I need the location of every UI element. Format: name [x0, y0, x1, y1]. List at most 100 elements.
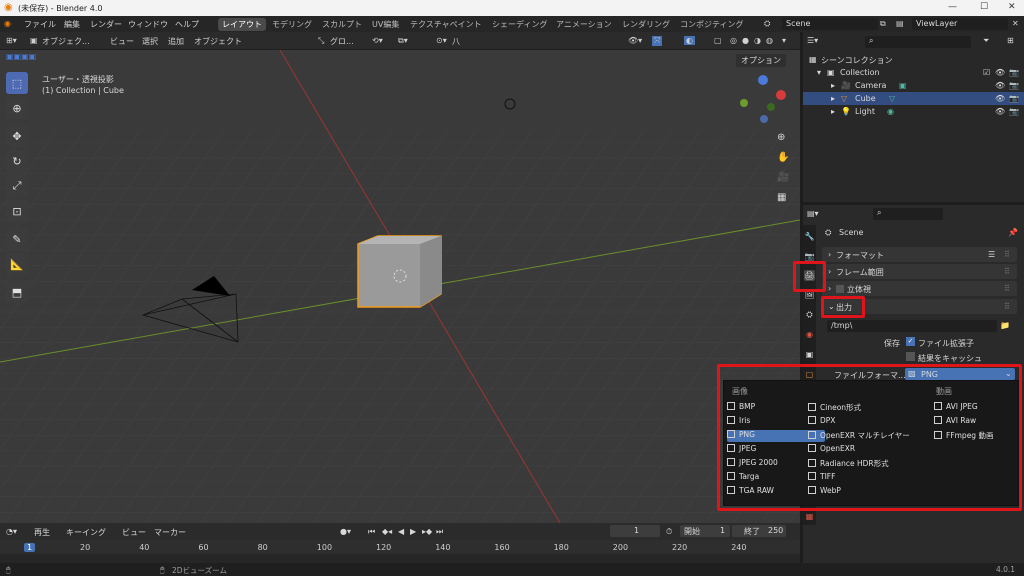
- panel-stereo[interactable]: › 立体視 ⠿: [822, 281, 1017, 296]
- menu-file[interactable]: ファイル: [24, 19, 56, 30]
- new-collection-icon[interactable]: ⊞: [1007, 36, 1014, 45]
- stereo-checkbox[interactable]: [836, 285, 844, 293]
- expand-icon[interactable]: ▸: [831, 107, 835, 116]
- viewport-menu-object[interactable]: オブジェクト: [194, 36, 242, 47]
- outliner-scene-collection[interactable]: ▦ シーンコレクション: [803, 53, 1024, 66]
- falloff-icon[interactable]: 八: [452, 36, 460, 47]
- outliner-search[interactable]: ⌕: [865, 36, 971, 48]
- options-button[interactable]: オプション: [736, 54, 786, 67]
- editor-type-icon[interactable]: ⊞▾: [6, 36, 17, 45]
- close-icon[interactable]: ✕: [1008, 2, 1016, 12]
- viewlayer-icon[interactable]: ▤: [896, 19, 904, 28]
- panel-frame-range[interactable]: › フレーム範囲 ⠿: [822, 264, 1017, 279]
- remove-viewlayer-icon[interactable]: ✕: [1012, 19, 1019, 28]
- texture-tab-icon[interactable]: ▦: [804, 511, 815, 522]
- timeline-menu-marker[interactable]: マーカー: [154, 527, 186, 538]
- tab-sculpt[interactable]: スカルプト: [322, 19, 362, 30]
- timeline-ruler[interactable]: 1 20 40 60 80 100 120 140 160 180 200 220 240: [0, 540, 800, 554]
- overlay-icon[interactable]: ◐: [684, 36, 695, 45]
- start-frame-field[interactable]: 開始 1: [680, 525, 730, 537]
- expand-icon[interactable]: ▾: [817, 68, 821, 77]
- copy-icon[interactable]: ⧉: [880, 19, 886, 29]
- properties-search[interactable]: ⌕: [873, 208, 943, 220]
- tab-compositing[interactable]: コンポジティング: [680, 19, 744, 30]
- pin-icon[interactable]: 📌: [1008, 228, 1018, 237]
- proportional-icon[interactable]: ⊙▾: [436, 36, 447, 45]
- viewport-menu-view[interactable]: ビュー: [110, 36, 134, 47]
- blender-menu-icon[interactable]: ◉: [4, 19, 11, 28]
- outliner-light[interactable]: ▸ 💡 Light ◉ 👁 📷: [803, 105, 1024, 118]
- snap-icon[interactable]: ⧉▾: [398, 36, 408, 46]
- menu-render[interactable]: レンダー: [90, 19, 122, 30]
- annotate-tool-icon[interactable]: ✎: [6, 228, 28, 250]
- camera-view-icon[interactable]: 🎥: [777, 172, 789, 183]
- visibility-icon[interactable]: 👁▾: [628, 36, 642, 45]
- pan-hand-icon[interactable]: ✋: [777, 152, 789, 163]
- timeline-area[interactable]: [0, 554, 800, 563]
- minimize-icon[interactable]: —: [948, 2, 957, 12]
- properties-editor-icon[interactable]: ▤▾: [807, 209, 819, 218]
- file-ext-checkbox[interactable]: ✓: [906, 337, 915, 346]
- scene-selector[interactable]: Scene: [782, 18, 878, 30]
- cursor-tool-icon[interactable]: ⊕: [6, 97, 28, 119]
- solid-shading-icon[interactable]: ●: [742, 36, 749, 45]
- current-frame-field[interactable]: 1: [610, 525, 660, 537]
- viewport-menu-add[interactable]: 追加: [168, 36, 184, 47]
- checkbox-icon[interactable]: ☑: [983, 68, 990, 77]
- viewport-menu-select[interactable]: 選択: [142, 36, 158, 47]
- outliner-cube[interactable]: ▸ ▽ Cube ▽ 👁 📷: [803, 92, 1024, 105]
- drag-handle-icon[interactable]: ⠿: [1004, 302, 1010, 311]
- scene-tab-icon[interactable]: ⛭: [804, 309, 815, 320]
- timeline-menu-playback[interactable]: 再生: [34, 527, 50, 538]
- mode-selector[interactable]: オブジェク...: [42, 36, 90, 47]
- drag-handle-icon[interactable]: ⠿: [1004, 267, 1010, 276]
- select-tool-icon[interactable]: ⬚: [6, 72, 28, 94]
- timeline-editor-icon[interactable]: ◔▾: [6, 527, 17, 536]
- expand-icon[interactable]: ▸: [831, 94, 835, 103]
- tab-texture-paint[interactable]: テクスチャペイント: [410, 19, 482, 30]
- tab-modeling[interactable]: モデリング: [272, 19, 312, 30]
- maximize-icon[interactable]: ☐: [980, 2, 988, 12]
- folder-icon[interactable]: 📁: [1000, 321, 1010, 330]
- jump-start-icon[interactable]: ⏮: [368, 527, 375, 537]
- tool-tab-icon[interactable]: 🔧: [804, 231, 815, 242]
- scale-tool-icon[interactable]: ⤢: [6, 175, 28, 197]
- rotate-tool-icon[interactable]: ↻: [6, 150, 28, 172]
- filter-icon[interactable]: ⏷: [983, 36, 989, 46]
- output-path-field[interactable]: /tmp\: [827, 320, 997, 332]
- outliner-camera[interactable]: ▸ 🎥 Camera ▣ 👁 📷: [803, 79, 1024, 92]
- panel-format[interactable]: › フォーマット ☰ ⠿: [822, 247, 1017, 262]
- viewlayer-selector[interactable]: ViewLayer: [912, 18, 1008, 30]
- eye-icon[interactable]: 👁: [995, 94, 1005, 103]
- outliner-editor-icon[interactable]: ☰▾: [807, 36, 818, 45]
- eye-icon[interactable]: 👁: [995, 107, 1005, 116]
- transform-tool-icon[interactable]: ⊡: [6, 200, 28, 222]
- 3d-viewport[interactable]: ユーザー・透視投影 (1) Collection | Cube オプション ⊕ …: [0, 50, 800, 523]
- drag-handle-icon[interactable]: ⠿: [1004, 284, 1010, 293]
- list-icon[interactable]: ☰: [988, 250, 995, 259]
- tab-animation[interactable]: アニメーション: [556, 19, 612, 30]
- menu-help[interactable]: ヘルプ: [175, 19, 199, 30]
- jump-end-icon[interactable]: ⏭: [436, 527, 443, 537]
- eye-icon[interactable]: 👁: [995, 68, 1005, 77]
- record-icon[interactable]: ●▾: [340, 527, 351, 536]
- camera-render-icon[interactable]: 📷: [1009, 81, 1019, 90]
- tab-rendering[interactable]: レンダリング: [622, 19, 670, 30]
- world-tab-icon[interactable]: ◉: [804, 329, 815, 340]
- outliner-collection[interactable]: ▾ ▣ Collection ☑ 👁 📷: [803, 66, 1024, 79]
- camera-render-icon[interactable]: 📷: [1009, 107, 1019, 116]
- rendered-shading-icon[interactable]: ◍: [766, 36, 773, 45]
- transform-orientation[interactable]: グロ...: [330, 36, 354, 47]
- eye-icon[interactable]: 👁: [995, 81, 1005, 90]
- tab-layout[interactable]: レイアウト: [218, 18, 266, 31]
- wireframe-shading-icon[interactable]: ◎: [730, 36, 737, 45]
- shading-options-icon[interactable]: ▾: [782, 36, 786, 45]
- add-cube-tool-icon[interactable]: ⬒: [6, 281, 28, 303]
- menu-window[interactable]: ウィンドウ: [128, 19, 168, 30]
- timeline-menu-keying[interactable]: キーイング: [66, 527, 106, 538]
- expand-icon[interactable]: ▸: [831, 81, 835, 90]
- play-icon[interactable]: ▶: [410, 527, 416, 536]
- play-reverse-icon[interactable]: ◀: [398, 527, 404, 536]
- prev-key-icon[interactable]: ◆◂: [382, 527, 392, 536]
- scene-icon[interactable]: ⛭: [764, 19, 770, 29]
